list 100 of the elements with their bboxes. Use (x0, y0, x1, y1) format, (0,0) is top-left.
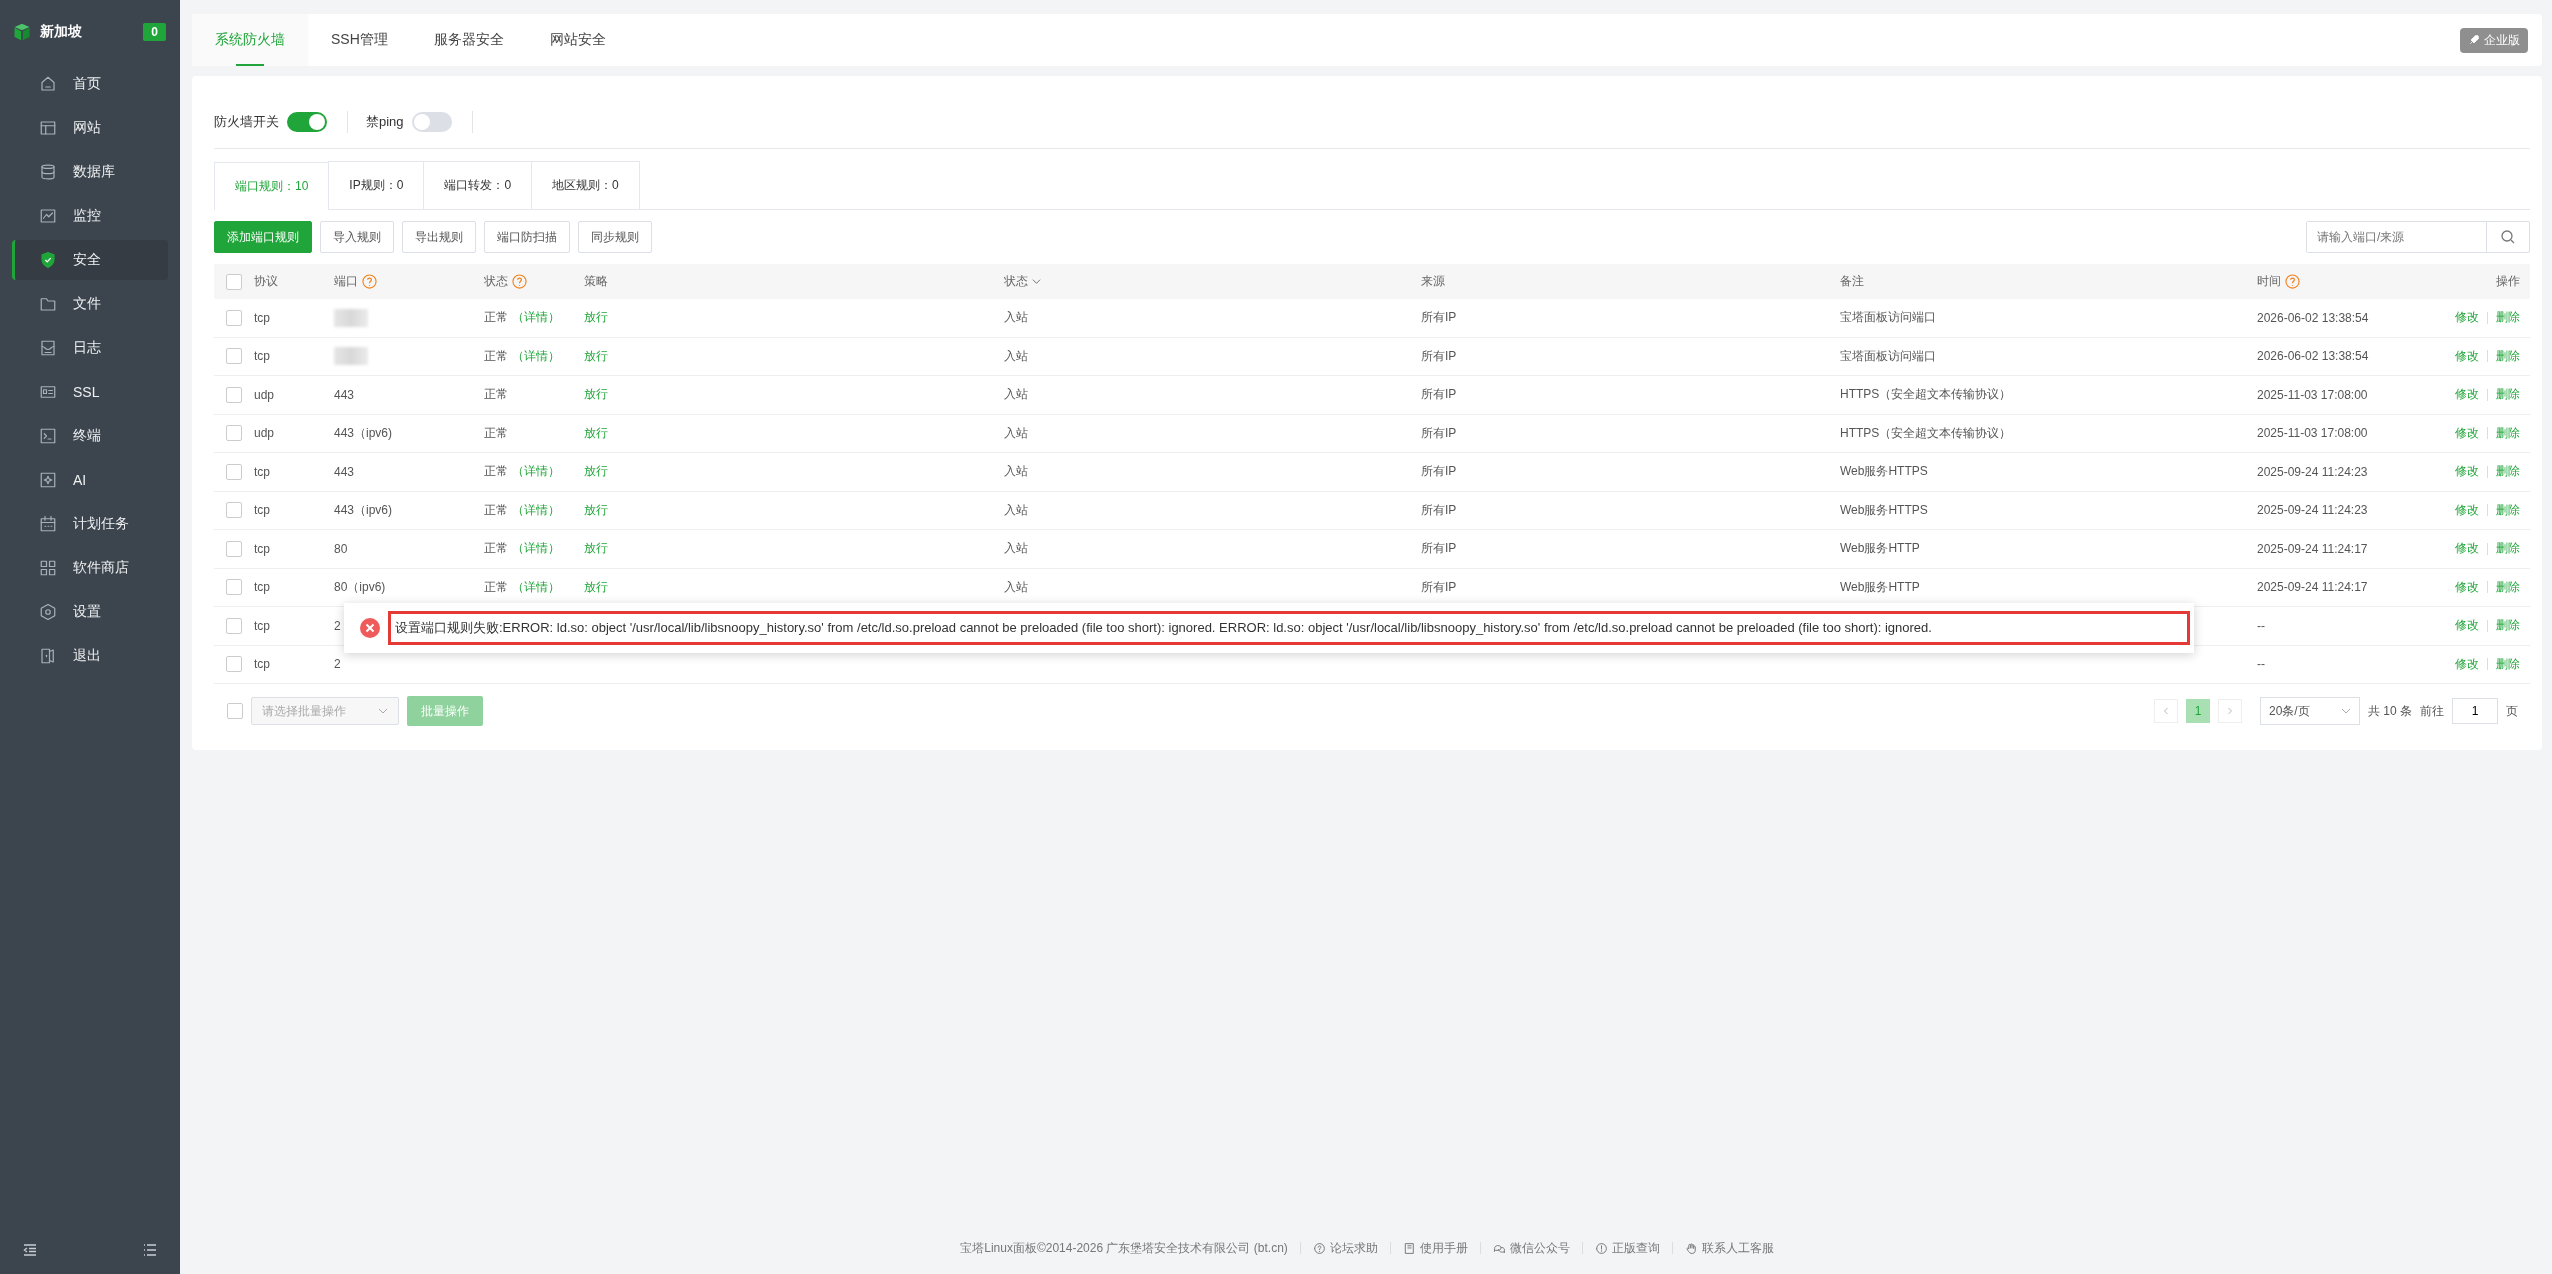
sidebar-item[interactable]: 终端 (12, 416, 168, 456)
sidebar-item[interactable]: 日志 (12, 328, 168, 368)
table-cell: 443（ipv6) (334, 501, 393, 519)
action-link[interactable]: 修改 (2455, 617, 2479, 635)
toolbar-button[interactable]: 添加端口规则 (214, 221, 312, 253)
action-link[interactable]: 修改 (2455, 540, 2479, 558)
action-link[interactable]: 删除 (2496, 463, 2520, 481)
chevron-down-icon[interactable] (1032, 277, 1041, 286)
action-link[interactable]: 修改 (2455, 386, 2479, 404)
row-checkbox[interactable] (226, 348, 242, 365)
calendar-icon (39, 515, 57, 533)
action-link[interactable]: 修改 (2455, 463, 2479, 481)
rule-tab[interactable]: 地区规则：0 (531, 161, 640, 209)
list-icon[interactable] (142, 1242, 158, 1258)
search-icon[interactable] (2500, 229, 2516, 245)
row-checkbox[interactable] (226, 656, 242, 673)
table-cell: 入站 (1004, 463, 1028, 481)
row-checkbox[interactable] (226, 617, 242, 634)
hand-icon (1684, 1241, 1698, 1255)
footer-link[interactable]: 正版查询 (1594, 1239, 1660, 1257)
row-checkbox[interactable] (226, 386, 242, 403)
server-name: 新加坡 (40, 23, 83, 41)
action-link[interactable]: 修改 (2455, 424, 2479, 442)
action-link[interactable]: 删除 (2496, 501, 2520, 519)
row-checkbox[interactable] (226, 579, 242, 596)
detail-link[interactable]: （详情） (512, 501, 560, 519)
table-cell: 放行 (584, 463, 608, 481)
footer-link[interactable]: 论坛求助 (1312, 1239, 1378, 1257)
action-link[interactable]: 修改 (2455, 347, 2479, 365)
action-link[interactable]: 删除 (2496, 309, 2520, 327)
action-link[interactable]: 删除 (2496, 617, 2520, 635)
tab[interactable]: 服务器安全 (410, 14, 527, 66)
help-icon[interactable] (2285, 274, 2300, 289)
detail-link[interactable]: （详情） (512, 309, 560, 327)
toolbar-button[interactable]: 端口防扫描 (484, 221, 570, 253)
detail-link[interactable]: （详情） (512, 540, 560, 558)
tab[interactable]: 网站安全 (526, 14, 629, 66)
footer-link[interactable]: 微信公众号 (1492, 1239, 1570, 1257)
table-cell: 443 (334, 387, 355, 402)
action-link[interactable]: 修改 (2455, 655, 2479, 673)
action-link[interactable]: 修改 (2455, 501, 2479, 519)
sidebar-item[interactable]: 计划任务 (12, 504, 168, 544)
toolbar-button[interactable]: 导入规则 (320, 221, 394, 253)
action-link[interactable]: 修改 (2455, 309, 2479, 327)
table-cell: 正常 (484, 309, 508, 327)
row-checkbox[interactable] (226, 425, 242, 442)
help-icon[interactable] (362, 274, 377, 289)
page-button[interactable]: 1 (2186, 699, 2210, 723)
action-link[interactable]: 删除 (2496, 347, 2520, 365)
table-cell: 放行 (584, 309, 608, 327)
sidebar-item[interactable]: SSL (12, 372, 168, 412)
sidebar-item[interactable]: AI (12, 460, 168, 500)
prev-page-button[interactable] (2154, 699, 2178, 723)
sparkle-icon (39, 471, 57, 489)
toolbar-button[interactable]: 同步规则 (578, 221, 652, 253)
table-cell: 入站 (1004, 386, 1028, 404)
row-checkbox[interactable] (226, 540, 242, 557)
sidebar-item[interactable]: 网站 (12, 108, 168, 148)
sidebar-item[interactable]: 退出 (12, 636, 168, 676)
rule-tab[interactable]: 端口规则：10 (214, 162, 330, 210)
row-checkbox[interactable] (226, 309, 242, 326)
table-cell: 放行 (584, 540, 608, 558)
action-link[interactable]: 删除 (2496, 386, 2520, 404)
sidebar-item[interactable]: 监控 (12, 196, 168, 236)
sidebar-item[interactable]: 数据库 (12, 152, 168, 192)
action-link[interactable]: 删除 (2496, 655, 2520, 673)
database-icon (39, 163, 57, 181)
toggle-switch[interactable] (287, 112, 327, 132)
page-size-select[interactable]: 20条/页 (2260, 697, 2360, 725)
action-link[interactable]: 删除 (2496, 540, 2520, 558)
row-checkbox[interactable] (226, 502, 242, 519)
sidebar-item[interactable]: 首页 (12, 64, 168, 104)
footer-link[interactable]: 联系人工客服 (1684, 1239, 1774, 1257)
collapse-icon[interactable] (22, 1242, 38, 1258)
help-icon[interactable] (512, 274, 527, 289)
sidebar-item[interactable]: 软件商店 (12, 548, 168, 588)
search-field[interactable]: 请输入端口/来源 (2306, 221, 2530, 253)
detail-link[interactable]: （详情） (512, 463, 560, 481)
toggle-switch[interactable] (411, 112, 452, 132)
sidebar-item[interactable]: 设置 (12, 592, 168, 632)
next-page-button[interactable] (2218, 699, 2242, 723)
enterprise-button[interactable]: 企业版 (2460, 27, 2528, 53)
action-link[interactable]: 修改 (2455, 578, 2479, 596)
sidebar-item[interactable]: 文件 (12, 284, 168, 324)
detail-link[interactable]: （详情） (512, 578, 560, 596)
tab[interactable]: SSH管理 (308, 14, 411, 66)
table-cell: tcp (254, 541, 270, 556)
sidebar-item[interactable]: 安全 (12, 240, 168, 280)
column-header: 时间 (2257, 273, 2281, 290)
table-cell: 放行 (584, 501, 608, 519)
detail-link[interactable]: （详情） (512, 347, 560, 365)
row-checkbox[interactable] (226, 463, 242, 480)
footer-link[interactable]: 使用手册 (1402, 1239, 1468, 1257)
select-all-checkbox[interactable] (226, 273, 242, 290)
column-header[interactable]: 状态 (1004, 273, 1028, 290)
page-input[interactable]: 1 (2452, 698, 2498, 724)
action-link[interactable]: 删除 (2496, 424, 2520, 442)
toolbar-button[interactable]: 导出规则 (402, 221, 476, 253)
tab[interactable]: 系统防火墙 (192, 14, 308, 66)
action-link[interactable]: 删除 (2496, 578, 2520, 596)
